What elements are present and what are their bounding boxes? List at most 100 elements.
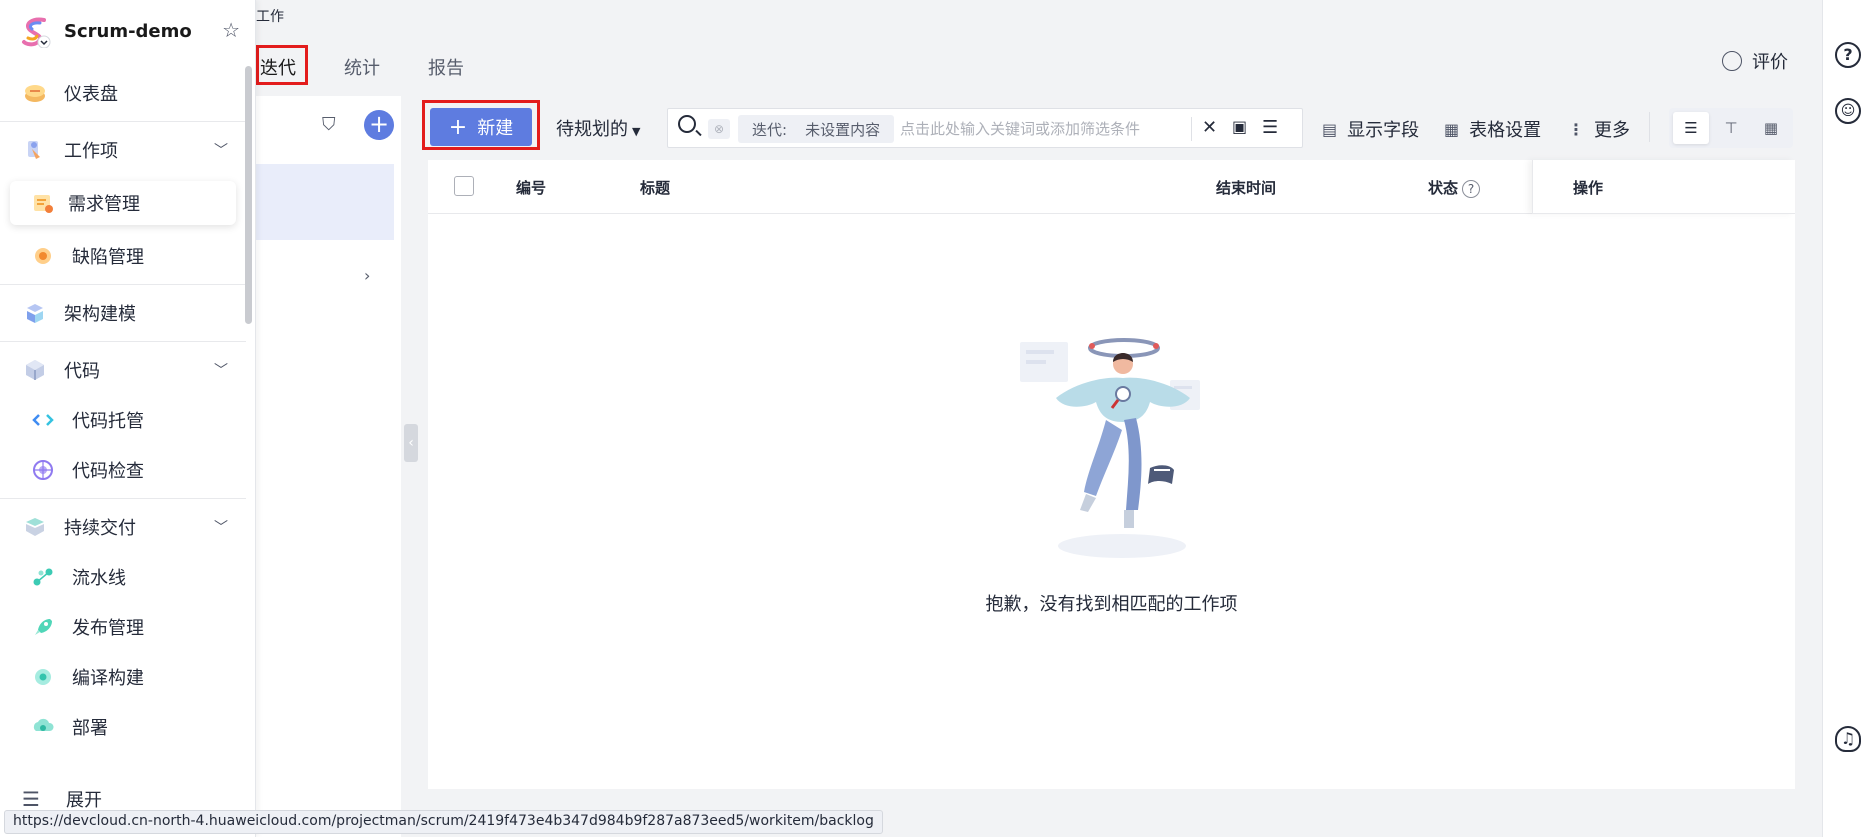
smile-icon — [1722, 51, 1742, 71]
search-filter-box[interactable]: ⊗ 迭代: 未设置内容 ✕ ▣ ☰ — [667, 108, 1303, 148]
clear-icon[interactable]: ✕ — [1202, 117, 1217, 138]
caret-down-icon: ▼ — [632, 125, 641, 138]
more-button[interactable]: ⋮ 更多 — [1568, 116, 1630, 142]
sidebar-item-build[interactable]: 编译构建 — [0, 652, 246, 702]
divider — [0, 284, 246, 285]
fixed-action-column: 操作 — [1532, 160, 1795, 214]
expand-menu-icon: ☰ — [22, 787, 40, 811]
sidebar-item-code-check[interactable]: 代码检查 — [0, 445, 246, 495]
sidebar-item-architecture[interactable]: 架构建模 — [0, 288, 246, 338]
sidebar-item-label: 需求管理 — [68, 194, 140, 215]
sidebar-item-label: 架构建模 — [64, 304, 136, 325]
tree-view-icon[interactable]: ⊤ — [1713, 112, 1749, 144]
column-header-id[interactable]: 编号 — [516, 177, 546, 198]
project-name: Scrum-demo — [64, 20, 192, 42]
column-header-title[interactable]: 标题 — [640, 177, 670, 198]
column-header-status-label: 状态 — [1428, 179, 1459, 197]
table-header: 编号 标题 结束时间 状态? 操作 — [428, 160, 1795, 214]
sidebar-item-label: 代码 — [64, 361, 100, 382]
build-icon — [35, 669, 51, 685]
customer-service-icon[interactable]: ♫ — [1835, 726, 1861, 752]
sidebar-scrollbar[interactable] — [245, 66, 252, 324]
favorite-star-icon[interactable]: ☆ — [222, 18, 240, 42]
iteration-panel: ⛉ + › — [256, 96, 401, 837]
workitem-icon — [28, 141, 40, 159]
clear-chip-icon[interactable]: ⊗ — [708, 119, 730, 139]
show-fields-label: 显示字段 — [1347, 120, 1420, 141]
more-label: 更多 — [1594, 120, 1630, 141]
help-icon[interactable]: ? — [1462, 180, 1481, 198]
project-logo-icon — [22, 17, 51, 48]
chevron-down-icon: ﹀ — [214, 363, 228, 379]
table-settings-button[interactable]: ▦ 表格设置 — [1444, 116, 1541, 142]
add-iteration-button[interactable]: + — [364, 110, 394, 140]
highlight-new-button — [422, 100, 540, 150]
iteration-item-selected[interactable] — [256, 164, 394, 240]
help-icon[interactable]: ? — [1835, 42, 1861, 68]
more-dots-icon: ⋮ — [1568, 119, 1584, 139]
sidebar-item-deploy[interactable]: 部署 — [0, 702, 246, 752]
sidebar-item-code-hosting[interactable]: 代码托管 — [0, 395, 246, 445]
search-input[interactable] — [900, 117, 1195, 141]
architecture-icon — [27, 304, 43, 323]
pipeline-icon — [33, 568, 53, 586]
fields-icon: ▤ — [1322, 119, 1338, 139]
divider — [0, 341, 246, 342]
defect-icon — [35, 248, 51, 264]
sidebar-item-release[interactable]: 发布管理 — [0, 602, 246, 652]
column-header-status[interactable]: 状态? — [1428, 177, 1481, 198]
sidebar-expand-label: 展开 — [66, 790, 102, 811]
sidebar-item-label: 编译构建 — [72, 668, 144, 689]
release-rocket-icon — [35, 619, 52, 635]
sidebar-item-continuous-delivery[interactable]: 持续交付 ﹀ — [0, 502, 246, 552]
sidebar-item-workitems[interactable]: 工作项 ﹀ — [0, 125, 246, 175]
view-toggle: ☰ ⊤ ▦ — [1669, 108, 1793, 148]
plan-filter-label: 待规划的 — [556, 119, 628, 140]
sidebar-item-label: 代码托管 — [72, 411, 144, 432]
select-all-checkbox[interactable] — [454, 176, 474, 196]
delivery-icon — [26, 518, 44, 536]
show-fields-button[interactable]: ▤ 显示字段 — [1322, 116, 1419, 142]
chevron-right-icon[interactable]: › — [364, 266, 370, 285]
empty-state-illustration — [1020, 338, 1200, 558]
project-header[interactable]: Scrum-demo ☆ — [18, 14, 246, 48]
sidebar-item-label: 仪表盘 — [64, 84, 118, 105]
list-options-icon[interactable]: ☰ — [1262, 117, 1278, 138]
chevron-down-icon: ﹀ — [214, 143, 228, 159]
deploy-icon — [33, 718, 54, 731]
sidebar-item-dashboard[interactable]: 仪表盘 — [0, 68, 246, 118]
list-view-icon[interactable]: ☰ — [1673, 112, 1709, 144]
filter-icon[interactable]: ⛉ — [322, 114, 336, 135]
tab-statistics[interactable]: 统计 — [340, 50, 384, 84]
table-settings-label: 表格设置 — [1469, 120, 1542, 141]
panel-collapse-handle[interactable]: ‹ — [404, 424, 418, 462]
sidebar-item-label: 代码检查 — [72, 461, 144, 482]
table-settings-icon: ▦ — [1444, 119, 1460, 139]
rate-button[interactable]: 评价 — [1722, 48, 1788, 74]
tab-report[interactable]: 报告 — [424, 50, 468, 84]
search-icon — [678, 115, 696, 133]
divider — [0, 121, 246, 122]
column-header-end-time[interactable]: 结束时间 — [1216, 177, 1276, 198]
sidebar-item-label: 部署 — [72, 718, 108, 739]
empty-state-message: 抱歉，没有找到相匹配的工作项 — [985, 594, 1238, 615]
card-view-icon[interactable]: ▦ — [1753, 112, 1789, 144]
workitem-table: 编号 标题 结束时间 状态? 操作 抱歉，没有找到相匹配的工作项 — [428, 160, 1795, 789]
sidebar-item-label: 持续交付 — [64, 518, 136, 539]
filter-chip-iteration[interactable]: 迭代: 未设置内容 — [738, 115, 895, 143]
right-rail: ? ☺ ♫ — [1822, 0, 1870, 837]
save-icon[interactable]: ▣ — [1232, 117, 1247, 136]
divider — [1649, 112, 1650, 142]
sidebar-item-requirements[interactable]: 需求管理 — [10, 181, 236, 225]
sidebar-item-label: 发布管理 — [72, 618, 144, 639]
sidebar-expand[interactable]: ☰ 展开 — [22, 786, 102, 812]
feedback-smile-icon[interactable]: ☺ — [1835, 98, 1861, 124]
highlight-iteration-tab — [256, 45, 308, 85]
rate-label: 评价 — [1752, 52, 1788, 73]
sidebar-item-defects[interactable]: 缺陷管理 — [0, 231, 246, 281]
divider — [0, 498, 246, 499]
sidebar-item-pipeline[interactable]: 流水线 — [0, 552, 246, 602]
breadcrumb[interactable]: 工作 — [256, 6, 284, 26]
plan-filter-select[interactable]: 待规划的 ▼ — [556, 115, 640, 141]
sidebar-item-code[interactable]: 代码 ﹀ — [0, 345, 246, 395]
